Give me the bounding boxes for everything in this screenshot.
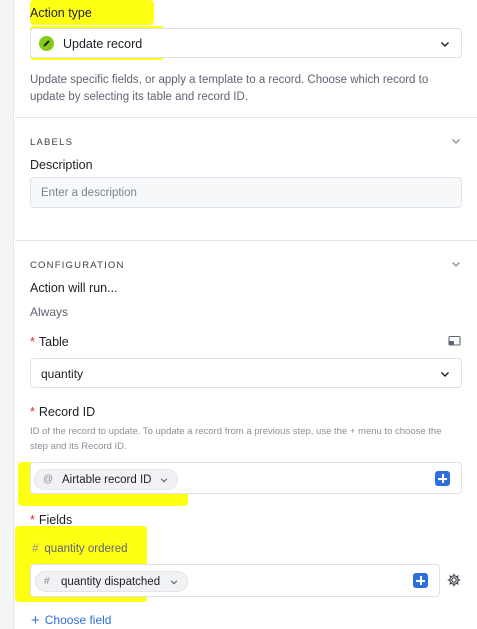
- table-required-mark: *: [30, 335, 35, 349]
- airtable-record-id-token[interactable]: @ Airtable record ID: [34, 469, 178, 490]
- table-label-text: Table: [38, 335, 69, 349]
- configuration-collapse-chevron-icon[interactable]: [450, 258, 462, 270]
- action-type-value: Update record: [63, 37, 143, 51]
- configuration-section-title: CONFIGURATION: [30, 260, 125, 271]
- hash-icon: #: [44, 576, 50, 587]
- fields-required-mark: *: [30, 513, 35, 527]
- at-icon: @: [43, 474, 54, 485]
- fields-label-text: Fields: [38, 513, 73, 527]
- quantity-dispatched-input[interactable]: # quantity dispatched: [30, 564, 440, 597]
- description-input[interactable]: Enter a description: [30, 177, 462, 208]
- table-value: quantity: [41, 367, 84, 381]
- expand-icon[interactable]: [448, 335, 461, 347]
- action-type-description: Update specific fields, or apply a templ…: [30, 74, 429, 103]
- quantity-dispatched-token-label: quantity dispatched: [61, 576, 161, 588]
- action-run-label: Action will run...: [30, 281, 118, 295]
- action-type-select[interactable]: Update record: [30, 28, 462, 58]
- left-rail: [0, 0, 14, 629]
- table-label: * Table: [30, 335, 69, 349]
- airtable-record-id-token-label: Airtable record ID: [62, 474, 152, 486]
- record-id-input[interactable]: @ Airtable record ID: [30, 462, 462, 494]
- description-label: Description: [30, 158, 93, 172]
- choose-field-button[interactable]: + Choose field: [31, 611, 112, 629]
- plus-icon[interactable]: [413, 573, 428, 588]
- description-placeholder: Enter a description: [41, 187, 137, 199]
- divider-2: [15, 240, 477, 241]
- divider-1: [15, 117, 477, 118]
- labels-collapse-chevron-icon[interactable]: [450, 135, 462, 147]
- hash-icon: #: [32, 543, 39, 555]
- record-id-label-text: Record ID: [38, 405, 96, 419]
- chevron-down-icon: [441, 372, 449, 377]
- pencil-icon: [39, 36, 54, 51]
- action-run-value: Always: [30, 305, 69, 319]
- fields-label: * Fields: [30, 513, 72, 527]
- field-quantity-ordered-label: quantity ordered: [44, 543, 128, 555]
- field-quantity-ordered[interactable]: # quantity ordered: [32, 543, 128, 555]
- quantity-dispatched-token[interactable]: # quantity dispatched: [35, 571, 188, 592]
- chevron-down-icon: [170, 580, 178, 585]
- chevron-down-icon: [160, 478, 168, 483]
- action-type-label: Action type: [30, 6, 92, 20]
- plus-icon[interactable]: [435, 471, 450, 486]
- chevron-down-icon: [441, 42, 449, 47]
- table-select[interactable]: quantity: [30, 358, 462, 388]
- record-id-required-mark: *: [30, 405, 35, 419]
- record-id-help: ID of the record to update. To update a …: [30, 426, 442, 452]
- gear-icon[interactable]: [447, 573, 461, 587]
- labels-section-title: LABELS: [30, 137, 74, 148]
- plus-icon: +: [31, 612, 40, 629]
- choose-field-label: Choose field: [44, 613, 112, 627]
- record-id-label: * Record ID: [30, 405, 95, 419]
